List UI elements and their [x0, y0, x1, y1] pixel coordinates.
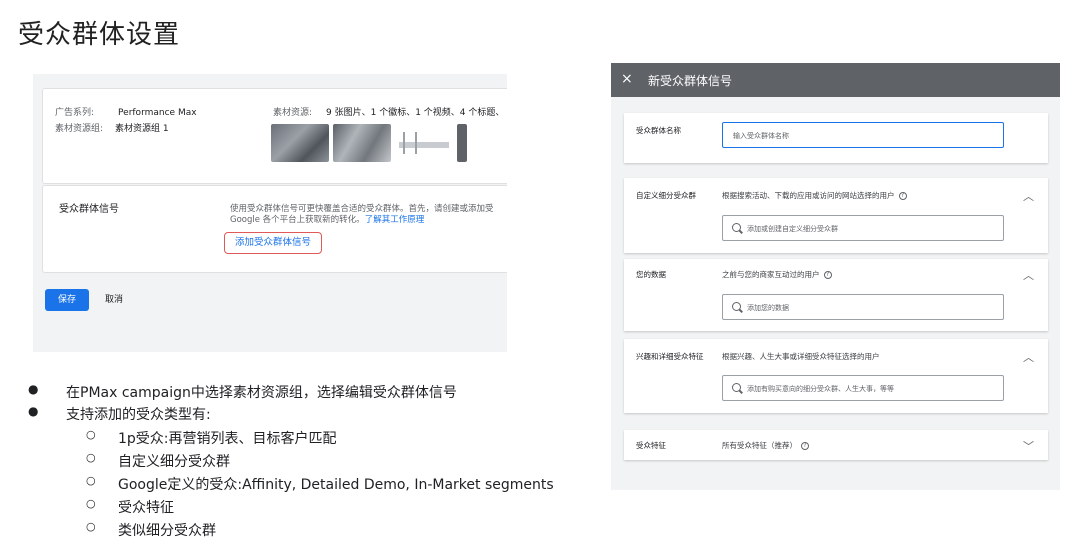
sub-bullet-marker: ○ [86, 428, 96, 441]
dialog-title: 新受众群体信号 [648, 74, 733, 88]
assets-label: 素材资源: [273, 108, 313, 118]
sub-bullet-text: 类似细分受众群 [118, 523, 216, 539]
campaign-row: 广告系列: Performance Max [55, 105, 197, 118]
help-icon[interactable]: ? [898, 192, 907, 200]
add-audience-signal-button[interactable]: 添加受众群体信号 [224, 232, 323, 254]
help-icon[interactable]: ? [801, 442, 809, 450]
sub-bullet-text: Google定义的受众:Affinity, Detailed Demo, In-… [118, 477, 554, 493]
save-button[interactable]: 保存 [45, 289, 89, 311]
asset-image-thumbnail[interactable] [395, 124, 453, 162]
interests-section: 兴趣和详细受众特征 根据兴趣、人生大事或详细受众特征选择的用户 ︿ 添加有购买意… [624, 339, 1048, 413]
demographics-desc-text: 所有受众特征（推荐） [722, 441, 797, 450]
dialog-header: × 新受众群体信号 [611, 63, 1060, 97]
audience-signal-card: 受众群体信号 使用受众群体信号可更快覆盖合适的受众群体。首先，请创建或添加受 G… [42, 185, 507, 273]
signal-desc-line1: 使用受众群体信号可更快覆盖合适的受众群体。首先，请创建或添加受 [230, 204, 494, 214]
custom-segments-placeholder: 添加或创建自定义细分受众群 [747, 225, 838, 233]
custom-segments-description: 根据搜索活动、下载的应用或访问的网站选择的用户? [722, 190, 907, 201]
interests-description: 根据兴趣、人生大事或详细受众特征选择的用户 [722, 352, 880, 361]
bullet-marker: ● [28, 382, 39, 396]
slide-title: 受众群体设置 [18, 20, 181, 50]
sub-bullet-text: 受众特征 [118, 500, 174, 516]
sub-bullet-marker: ○ [86, 520, 96, 533]
pmax-asset-group-panel: 广告系列: Performance Max 素材资源组: 素材资源组 1 素材资源:… [33, 74, 507, 352]
sub-bullet-text: 1p受众:再营销列表、目标客户匹配 [118, 431, 337, 447]
audience-name-input[interactable]: 输入受众群体名称 [722, 122, 1004, 148]
custom-segments-desc-text: 根据搜索活动、下载的应用或访问的网站选择的用户 [722, 191, 895, 200]
audience-name-label: 受众群体名称 [636, 126, 681, 135]
audience-name-section: 受众群体名称 输入受众群体名称 [624, 113, 1048, 163]
search-icon [732, 383, 741, 392]
asset-group-summary-card: 广告系列: Performance Max 素材资源组: 素材资源组 1 素材资源:… [42, 88, 507, 184]
cancel-button[interactable]: 取消 [105, 289, 123, 311]
your-data-section: 您的数据 之前与您的商家互动过的用户? ︿ 添加您的数据 [624, 259, 1048, 331]
assets-row: 素材资源: 9 张图片、1 个徽标、1 个视频、4 个标题、 [273, 105, 504, 118]
chevron-up-icon[interactable]: ︿ [1023, 267, 1034, 283]
asset-group-row: 素材资源组: 素材资源组 1 [55, 121, 169, 134]
custom-segments-label: 自定义细分受众群 [636, 191, 696, 200]
your-data-desc-text: 之前与您的商家互动过的用户 [722, 270, 820, 279]
demographics-label: 受众特征 [636, 441, 666, 450]
your-data-label: 您的数据 [636, 270, 666, 279]
demographics-description: 所有受众特征（推荐）? [722, 440, 809, 451]
your-data-placeholder: 添加您的数据 [747, 304, 789, 312]
bullet-text: 在PMax campaign中选择素材资源组，选择编辑受众群体信号 [66, 385, 457, 401]
new-audience-signal-dialog: × 新受众群体信号 受众群体名称 输入受众群体名称 自定义细分受众群 根据搜索活… [611, 63, 1060, 490]
asset-thumbnails [271, 124, 467, 162]
audience-name-placeholder: 输入受众群体名称 [733, 132, 789, 140]
close-icon[interactable]: × [621, 71, 633, 87]
campaign-label: 广告系列: [55, 108, 95, 118]
signal-desc-line2: Google 各个平台上获取新的转化。 [230, 215, 365, 225]
search-icon [732, 302, 741, 311]
interests-search-input[interactable]: 添加有购买意向的细分受众群、人生大事，等等 [722, 375, 1004, 401]
asset-group-label: 素材资源组: [55, 124, 104, 134]
chevron-down-icon[interactable]: ﹀ [1023, 438, 1034, 454]
your-data-description: 之前与您的商家互动过的用户? [722, 269, 832, 280]
assets-value: 9 张图片、1 个徽标、1 个视频、4 个标题、 [326, 108, 505, 118]
sub-bullet-text: 自定义细分受众群 [118, 454, 230, 470]
search-icon [732, 223, 741, 232]
learn-more-link[interactable]: 了解其工作原理 [365, 215, 425, 225]
asset-group-value: 素材资源组 1 [115, 124, 169, 134]
custom-segments-search-input[interactable]: 添加或创建自定义细分受众群 [722, 215, 1004, 241]
demographics-section[interactable]: 受众特征 所有受众特征（推荐）? ﹀ [624, 430, 1048, 460]
asset-image-thumbnail[interactable] [457, 124, 467, 162]
bullet-marker: ● [28, 404, 39, 418]
sub-bullet-marker: ○ [86, 497, 96, 510]
interests-label: 兴趣和详细受众特征 [636, 352, 704, 361]
chevron-up-icon[interactable]: ︿ [1023, 349, 1034, 365]
audience-signal-title: 受众群体信号 [59, 204, 119, 215]
sub-bullet-marker: ○ [86, 474, 96, 487]
asset-image-thumbnail[interactable] [333, 124, 391, 162]
interests-placeholder: 添加有购买意向的细分受众群、人生大事，等等 [747, 385, 894, 393]
audience-signal-description: 使用受众群体信号可更快覆盖合适的受众群体。首先，请创建或添加受 Google 各… [230, 204, 494, 226]
bullet-text: 支持添加的受众类型有: [66, 407, 211, 423]
help-icon[interactable]: ? [823, 271, 832, 279]
chevron-up-icon[interactable]: ︿ [1023, 188, 1034, 204]
your-data-search-input[interactable]: 添加您的数据 [722, 294, 1004, 320]
sub-bullet-marker: ○ [86, 451, 96, 464]
campaign-value: Performance Max [118, 108, 197, 118]
asset-image-thumbnail[interactable] [271, 124, 329, 162]
custom-segments-section: 自定义细分受众群 根据搜索活动、下载的应用或访问的网站选择的用户? ︿ 添加或创… [624, 178, 1048, 253]
